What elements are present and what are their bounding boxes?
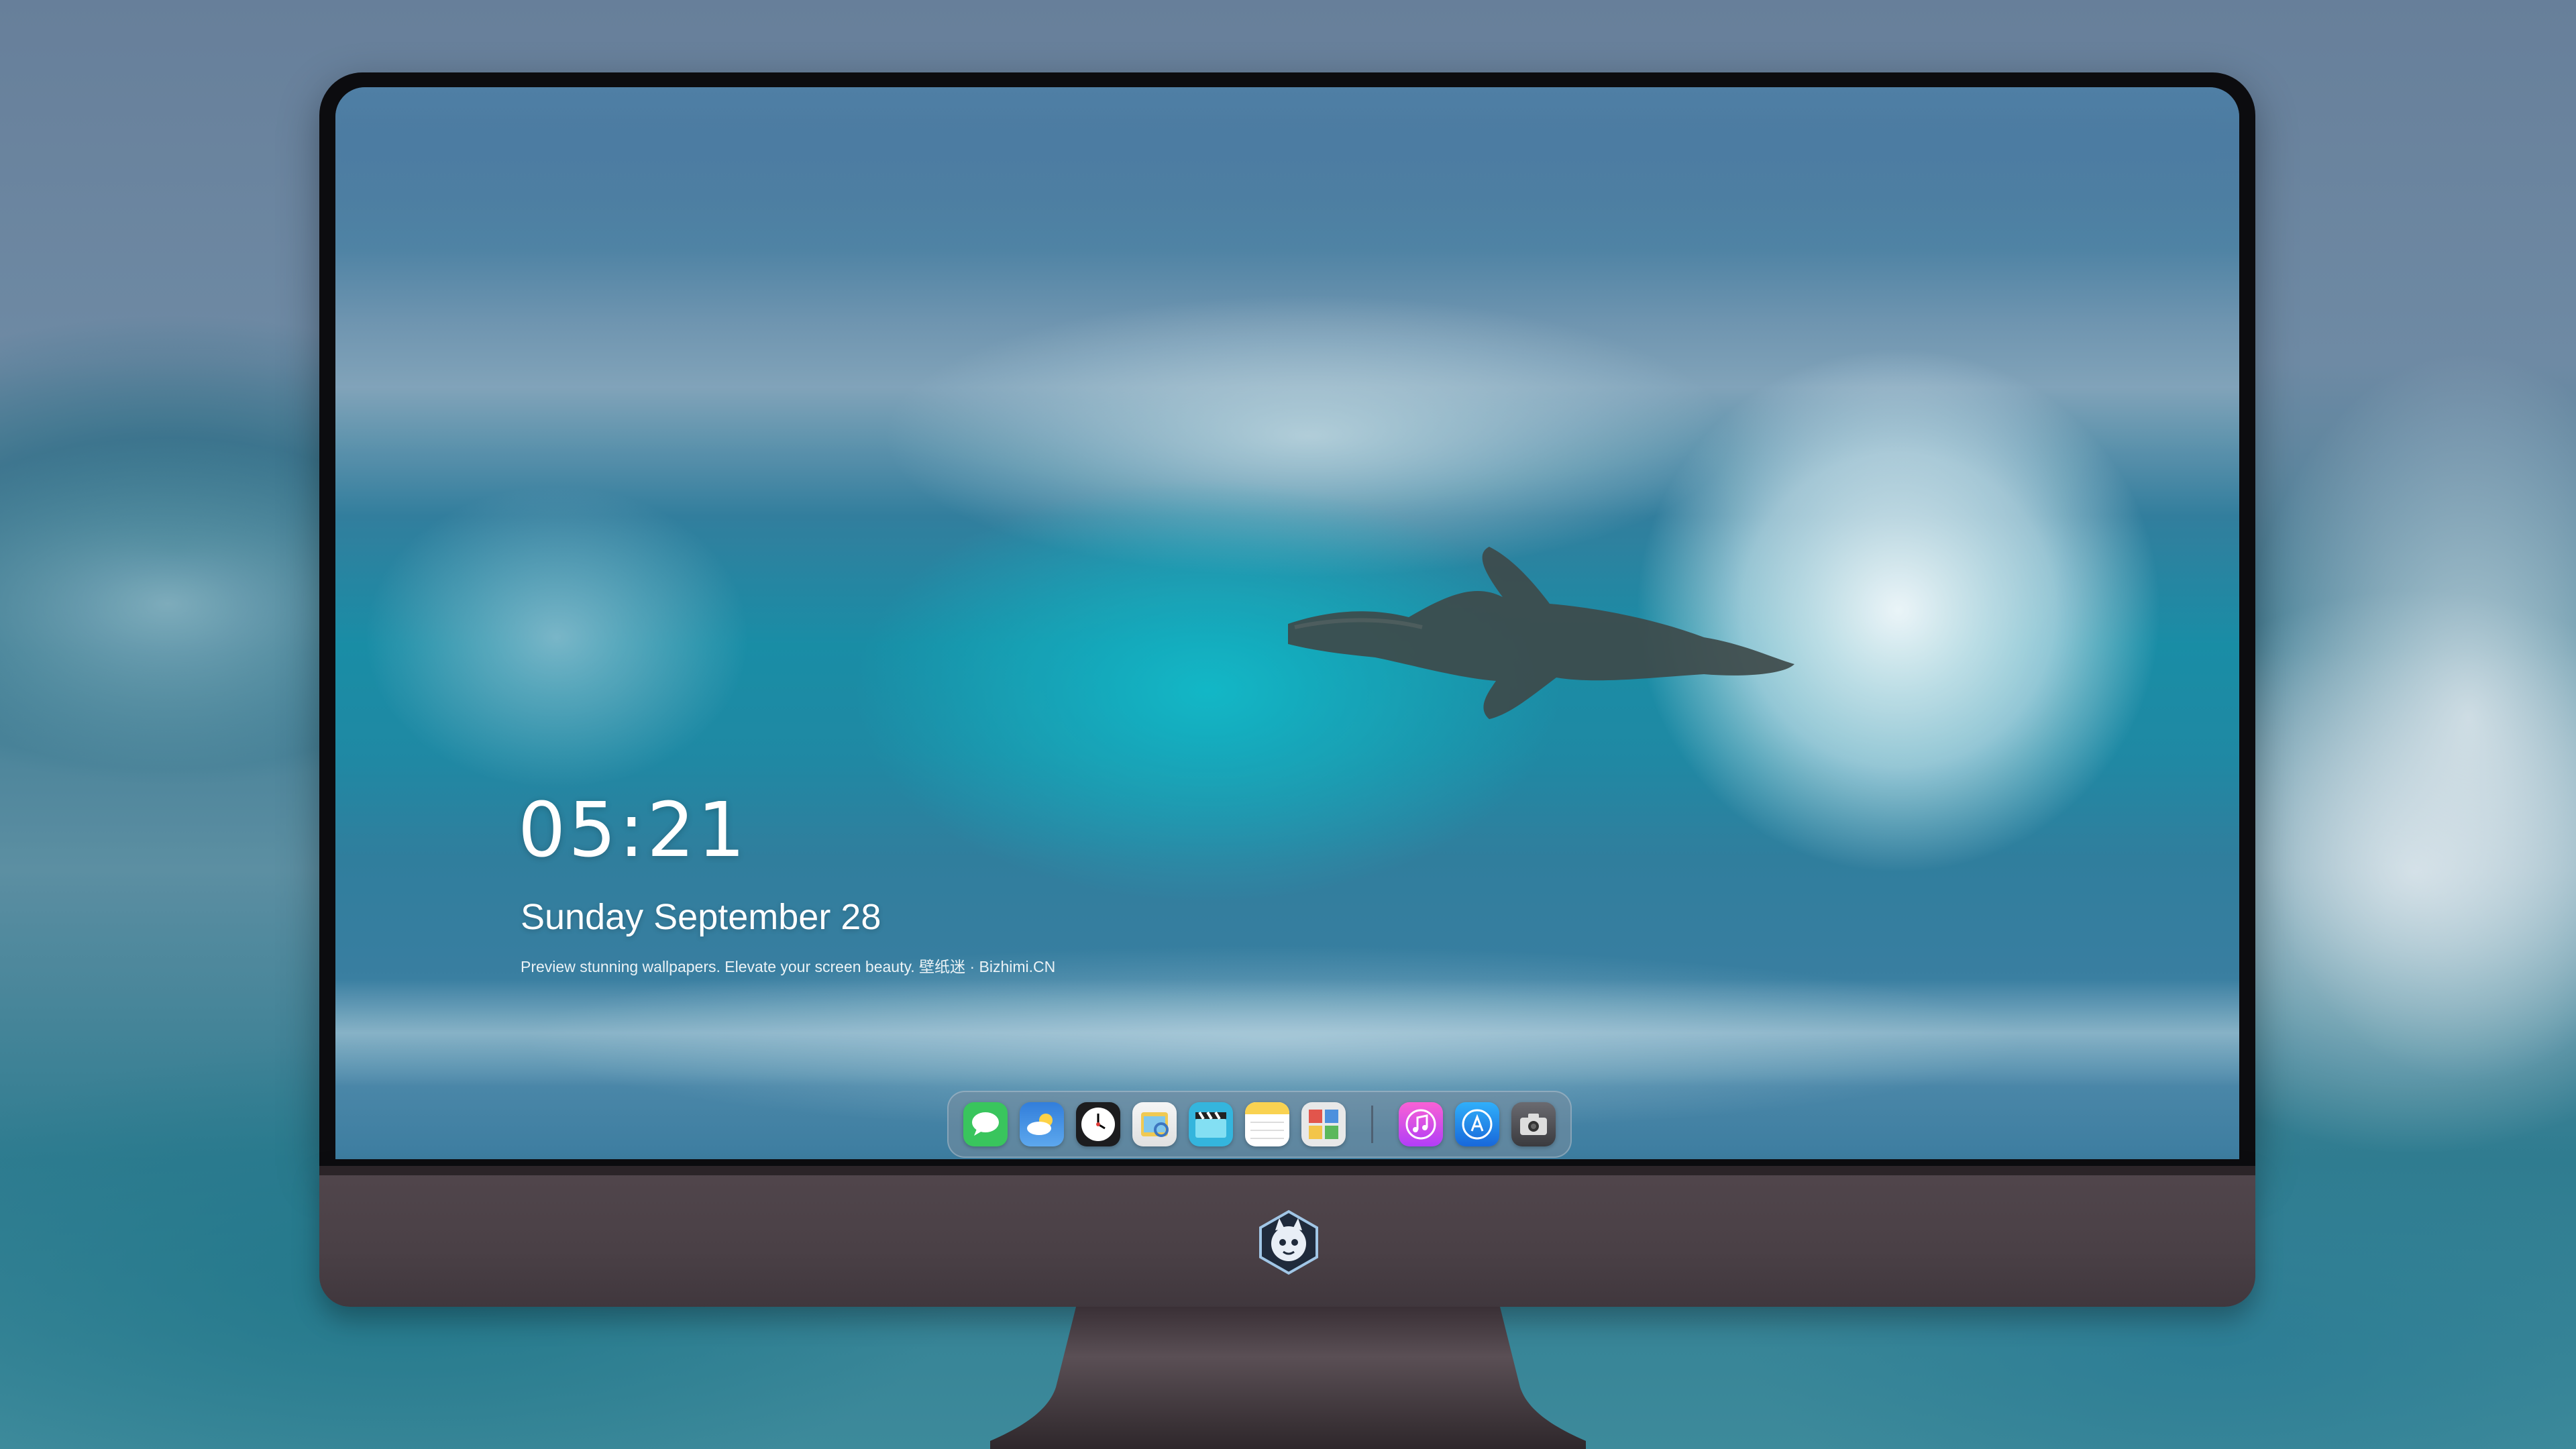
- wallpaper-caption: Preview stunning wallpapers. Elevate you…: [521, 958, 1056, 975]
- lock-screen: 05:21 Sunday September 28 Preview stunni…: [335, 87, 2239, 1159]
- lock-screen-time: 05:21: [518, 787, 748, 874]
- background-glow-right: [2234, 349, 2576, 1087]
- app-store-icon[interactable]: [1455, 1102, 1499, 1146]
- weather-icon[interactable]: [1020, 1102, 1064, 1146]
- wallpaper-sea-lion: [1288, 547, 1794, 719]
- music-icon[interactable]: [1399, 1102, 1443, 1146]
- clips-icon[interactable]: [1189, 1102, 1233, 1146]
- clock-icon[interactable]: [1076, 1102, 1120, 1146]
- preview-icon[interactable]: [1132, 1102, 1177, 1146]
- photo-booth-icon[interactable]: [1301, 1102, 1346, 1146]
- wallpaper-foam: [335, 979, 2239, 1087]
- notes-icon[interactable]: [1245, 1102, 1289, 1146]
- mascot-logo-icon: [1259, 1210, 1318, 1275]
- monitor-chin: [319, 1166, 2255, 1307]
- desktop-background: 05:21 Sunday September 28 Preview stunni…: [0, 0, 2576, 1449]
- monitor-stand: [990, 1307, 1586, 1449]
- wallpaper-horizon: [335, 87, 2239, 201]
- dock: [947, 1091, 1572, 1158]
- monitor-chin-strip: [319, 1166, 2255, 1175]
- lock-screen-date: Sunday September 28: [521, 897, 881, 937]
- camera-icon[interactable]: [1511, 1102, 1556, 1146]
- dock-separator: [1371, 1106, 1373, 1143]
- monitor-bezel: 05:21 Sunday September 28 Preview stunni…: [319, 72, 2255, 1166]
- monitor: 05:21 Sunday September 28 Preview stunni…: [319, 72, 2255, 1307]
- messages-icon[interactable]: [963, 1102, 1008, 1146]
